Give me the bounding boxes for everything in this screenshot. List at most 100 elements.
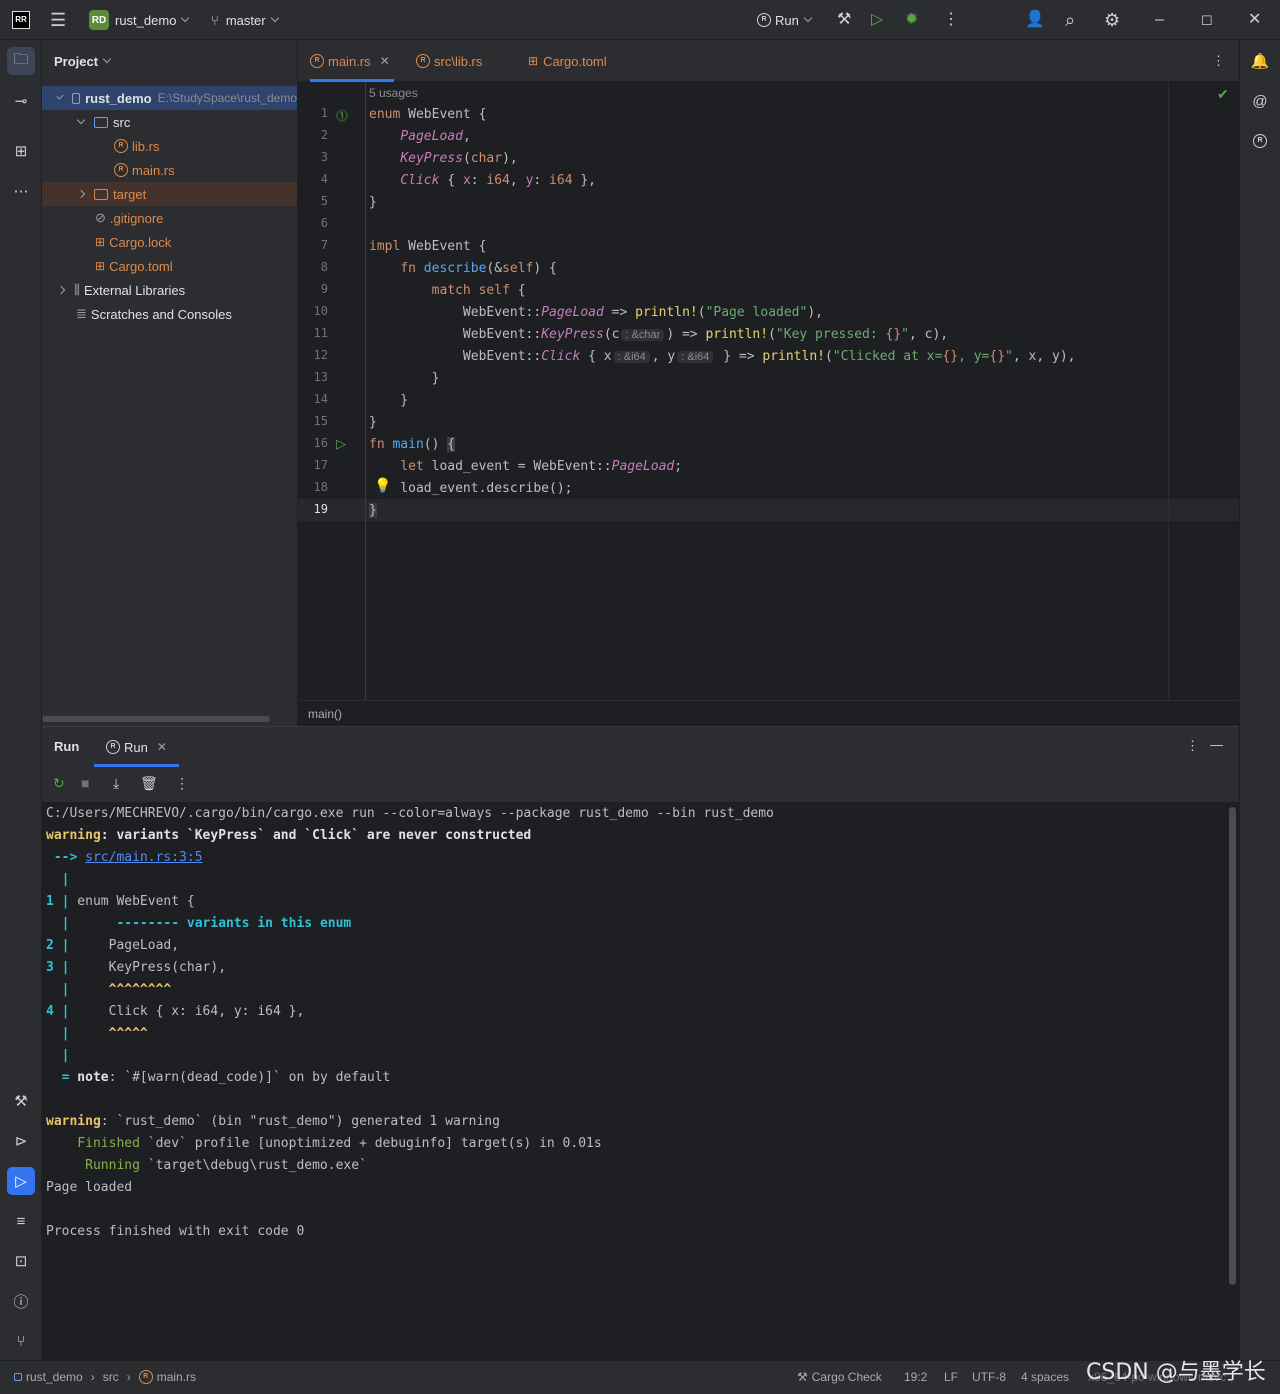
- line-number[interactable]: 2: [298, 128, 328, 142]
- git-tool-button[interactable]: ⑂: [7, 1327, 35, 1355]
- settings-button[interactable]: ⚙: [1104, 0, 1120, 40]
- search-button[interactable]: ⌕: [1065, 0, 1075, 40]
- line-number[interactable]: 15: [298, 414, 328, 428]
- run-button[interactable]: ▷: [871, 0, 883, 40]
- tabs-more-button[interactable]: ⋮: [1212, 40, 1225, 82]
- tree-item-cargo-lock[interactable]: ⊞ Cargo.lock: [42, 230, 297, 254]
- close-button[interactable]: ✕: [1248, 0, 1261, 40]
- more-actions-button[interactable]: ⋮: [943, 0, 959, 40]
- structure-tool-button[interactable]: ⊞: [7, 137, 35, 165]
- gear-icon: ⚙: [1104, 10, 1121, 30]
- tab-lib-rs[interactable]: R src\lib.rs: [416, 40, 482, 82]
- cargo-tool-button[interactable]: R: [1246, 127, 1274, 155]
- line-number[interactable]: 11: [298, 326, 328, 340]
- code-with-me-button[interactable]: 👤: [1025, 0, 1045, 40]
- more-vertical-icon[interactable]: ⋮: [1186, 738, 1199, 754]
- status-crumb-project[interactable]: rust_demo: [26, 1370, 83, 1384]
- horizontal-scrollbar[interactable]: [42, 716, 270, 722]
- status-crumb-src[interactable]: src: [103, 1370, 119, 1384]
- run-tool-button[interactable]: ▷: [7, 1167, 35, 1195]
- line-number[interactable]: 5: [298, 194, 328, 208]
- tab-main-rs[interactable]: R main.rs ✕: [310, 40, 394, 82]
- status-crumb-file[interactable]: main.rs: [157, 1370, 196, 1384]
- tree-item-root[interactable]: rust_demo E:\StudySpace\rust_demo: [42, 86, 297, 110]
- run-gutter-icon[interactable]: ▷: [336, 436, 346, 452]
- terminal-icon: ⊡: [14, 1253, 28, 1270]
- trash-icon[interactable]: 🗑: [140, 775, 158, 792]
- line-number[interactable]: 1: [298, 106, 328, 120]
- build-tool-button[interactable]: ⚒: [7, 1087, 35, 1115]
- line-number[interactable]: 6: [298, 216, 328, 230]
- stop-icon[interactable]: ■: [81, 775, 89, 791]
- caret-position[interactable]: 19:2: [904, 1361, 927, 1393]
- file-encoding[interactable]: UTF-8: [972, 1361, 1006, 1393]
- line-number[interactable]: 16: [298, 436, 328, 450]
- tree-item-gitignore[interactable]: ⊘ .gitignore: [42, 206, 297, 230]
- branch-switcher[interactable]: ⑂ master: [211, 0, 279, 40]
- main-menu-button[interactable]: ☰: [50, 0, 66, 40]
- source-link[interactable]: src/main.rs:3:5: [85, 850, 202, 865]
- rerun-icon[interactable]: ↻: [53, 775, 65, 792]
- scroll-to-end-icon[interactable]: ⤓: [113, 775, 119, 792]
- indent-setting[interactable]: 4 spaces: [1021, 1361, 1069, 1393]
- line-number[interactable]: 10: [298, 304, 328, 318]
- notifications-button[interactable]: 🔔: [1246, 47, 1274, 75]
- line-number[interactable]: 12: [298, 348, 328, 362]
- tree-item-external-libraries[interactable]: ⫼ External Libraries: [42, 278, 297, 302]
- project-tool-button[interactable]: 🗀: [7, 47, 35, 75]
- line-number[interactable]: 7: [298, 238, 328, 252]
- problems-tool-button[interactable]: ⓘ: [7, 1287, 35, 1315]
- spiral-icon: @: [1252, 92, 1268, 110]
- cargo-check-widget[interactable]: ⚒ Cargo Check: [797, 1361, 882, 1393]
- line-number[interactable]: 9: [298, 282, 328, 296]
- line-number[interactable]: 4: [298, 172, 328, 186]
- line-number[interactable]: 3: [298, 150, 328, 164]
- more-vertical-icon[interactable]: ⋮: [175, 775, 189, 792]
- services-icon: ⊳: [14, 1133, 28, 1150]
- tree-item-main-rs[interactable]: R main.rs: [42, 158, 297, 182]
- run-panel-title: Run: [54, 739, 80, 754]
- warning-circle-icon: ⓘ: [13, 1293, 29, 1311]
- git-branch-icon: ⑂: [16, 1332, 26, 1350]
- services-tool-button[interactable]: ⊳: [7, 1127, 35, 1155]
- line-number[interactable]: 8: [298, 260, 328, 274]
- tab-cargo-toml[interactable]: ⊞ Cargo.toml: [528, 40, 607, 82]
- tree-item-src[interactable]: src: [42, 110, 297, 134]
- commit-tool-button[interactable]: ⊸: [7, 87, 35, 115]
- tree-item-target[interactable]: target: [42, 182, 297, 206]
- build-button[interactable]: ⚒: [837, 0, 851, 40]
- console-output[interactable]: C:/Users/MECHREVO/.cargo/bin/cargo.exe r…: [46, 803, 1226, 1243]
- more-tools-button[interactable]: ⋯: [7, 177, 35, 205]
- tree-item-scratches[interactable]: ≣ Scratches and Consoles: [42, 302, 297, 326]
- line-number[interactable]: 17: [298, 458, 328, 472]
- close-icon[interactable]: ✕: [380, 54, 390, 68]
- ai-assistant-button[interactable]: @: [1246, 87, 1274, 115]
- line-ending[interactable]: LF: [944, 1361, 958, 1393]
- project-switcher[interactable]: RD rust_demo: [89, 0, 190, 40]
- todo-tool-button[interactable]: ≡: [7, 1207, 35, 1235]
- console-scrollbar[interactable]: [1229, 807, 1236, 1285]
- line-number[interactable]: 13: [298, 370, 328, 384]
- line-number[interactable]: 14: [298, 392, 328, 406]
- implemented-gutter-icon[interactable]: ⓵: [336, 107, 348, 124]
- project-panel-header[interactable]: Project: [42, 40, 297, 82]
- minimize-panel-icon[interactable]: —: [1210, 737, 1223, 752]
- run-tab[interactable]: R Run ✕: [94, 727, 179, 767]
- line-number[interactable]: 19: [298, 502, 328, 516]
- editor-breadcrumb[interactable]: main(): [298, 700, 1239, 726]
- maximize-button[interactable]: ☐: [1201, 0, 1213, 40]
- debug-button[interactable]: ✹: [905, 0, 918, 40]
- terminal-tool-button[interactable]: ⊡: [7, 1247, 35, 1275]
- tree-item-cargo-toml[interactable]: ⊞ Cargo.toml: [42, 254, 297, 278]
- console-line: 3 | KeyPress(char),: [46, 960, 227, 975]
- usages-hint[interactable]: 5 usages: [369, 86, 418, 100]
- minimize-button[interactable]: –: [1155, 0, 1164, 40]
- no-problems-check-icon[interactable]: ✔: [1217, 86, 1229, 103]
- search-icon: ⌕: [1065, 10, 1076, 30]
- line-number[interactable]: 18: [298, 480, 328, 494]
- run-config-selector[interactable]: R Run: [757, 0, 813, 40]
- close-icon[interactable]: ✕: [157, 740, 167, 754]
- tree-item-lib-rs[interactable]: R lib.rs: [42, 134, 297, 158]
- hammer-icon: ⚒: [14, 1093, 28, 1110]
